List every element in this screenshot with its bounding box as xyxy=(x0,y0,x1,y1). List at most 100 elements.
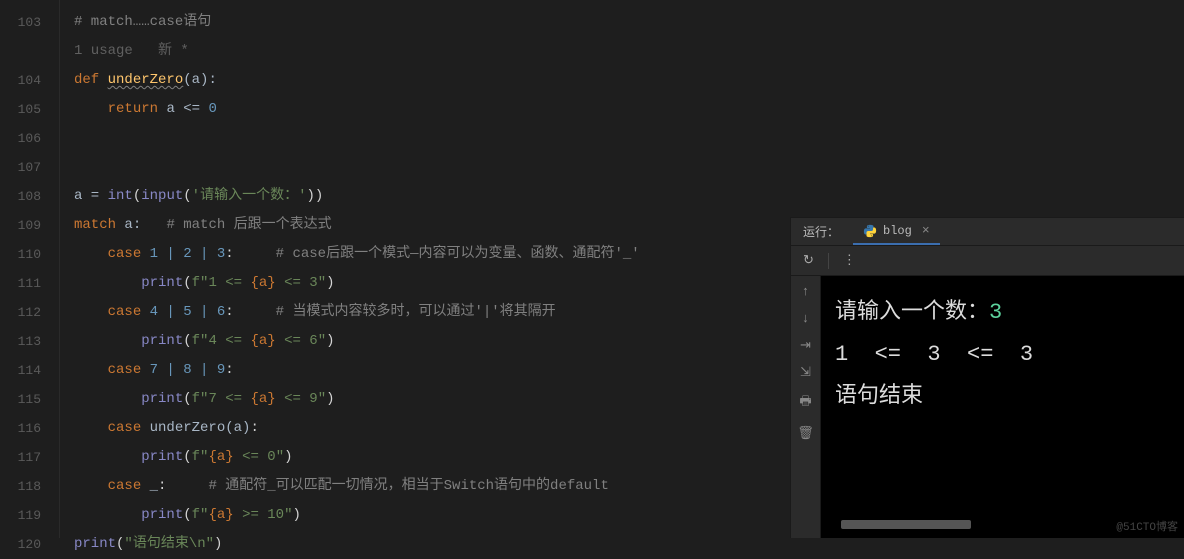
operator: <= xyxy=(175,101,209,117)
trash-icon[interactable]: 🗑 xyxy=(797,426,814,441)
console-line: 请输入一个数：3 xyxy=(835,292,1170,334)
string: "语句结束\n" xyxy=(124,536,214,552)
quote: " xyxy=(318,275,326,291)
number: 0 xyxy=(208,101,216,117)
console-line: 语句结束 xyxy=(835,376,1170,418)
run-body: ↑ ↓ ⇥ ⇲ 🖶 🗑 请输入一个数：3 1 <= 3 <= 3 语句结束 xyxy=(791,276,1184,538)
more-icon[interactable]: ⋮ xyxy=(843,253,856,268)
keyword-match: match xyxy=(74,217,116,233)
builtin-input: input xyxy=(141,188,183,204)
run-header: 运行： blog × xyxy=(791,218,1184,246)
quote: " xyxy=(276,449,284,465)
fstr-text: 4 <= xyxy=(208,333,250,349)
line-number: 118 xyxy=(0,472,41,501)
fstr-expr: {a} xyxy=(250,391,275,407)
pattern-fn: underZero(a) xyxy=(150,420,251,436)
keyword-case: case xyxy=(108,246,142,262)
separator xyxy=(828,253,829,269)
keyword-case: case xyxy=(108,478,142,494)
pattern: 7 | 8 | 9 xyxy=(150,362,226,378)
keyword-return: return xyxy=(108,101,158,117)
fstr-text: <= 0 xyxy=(234,449,276,465)
line-number: 103 xyxy=(0,8,41,37)
line-number: 110 xyxy=(0,240,41,269)
close-icon[interactable]: × xyxy=(922,223,930,238)
line-number: 112 xyxy=(0,298,41,327)
function-name: underZero xyxy=(108,72,184,88)
comment: # match……case语句 xyxy=(74,14,211,30)
fstring: f" xyxy=(192,275,209,291)
quote: " xyxy=(318,391,326,407)
usage-hint[interactable]: 1 usage xyxy=(74,43,133,59)
wildcard: _ xyxy=(150,478,158,494)
line-number: 106 xyxy=(0,124,41,153)
builtin-print: print xyxy=(141,449,183,465)
console-line: 1 <= 3 <= 3 xyxy=(835,334,1170,376)
builtin-print: print xyxy=(141,275,183,291)
line-number: 109 xyxy=(0,211,41,240)
quote: " xyxy=(284,507,292,523)
run-toolbar: ↻ ⋮ xyxy=(791,246,1184,276)
line-gutter: 103 104 105 106 107 108 109 110 111 112 … xyxy=(0,0,60,538)
fstr: f" xyxy=(192,449,209,465)
line-number: 105 xyxy=(0,95,41,124)
keyword-case: case xyxy=(108,304,142,320)
scrollbar-thumb[interactable] xyxy=(841,520,971,529)
fstr-text: 7 <= xyxy=(208,391,250,407)
pattern: 4 | 5 | 6 xyxy=(150,304,226,320)
keyword-case: case xyxy=(108,420,142,436)
line-number: 114 xyxy=(0,356,41,385)
params: (a): xyxy=(183,72,217,88)
builtin-int: int xyxy=(108,188,133,204)
line-number: 119 xyxy=(0,501,41,530)
line-number: 113 xyxy=(0,327,41,356)
fstr-expr: {a} xyxy=(208,449,233,465)
fstr-expr: {a} xyxy=(250,275,275,291)
print-icon[interactable]: 🖶 xyxy=(799,392,811,414)
fstr-expr: {a} xyxy=(250,333,275,349)
quote: " xyxy=(318,333,326,349)
fstr-expr: {a} xyxy=(208,507,233,523)
match-expr: a: xyxy=(124,217,141,233)
fstr-text: >= 10 xyxy=(234,507,284,523)
var: a xyxy=(166,101,174,117)
line-number: 104 xyxy=(0,66,41,95)
run-panel: 运行： blog × ↻ ⋮ ↑ ↓ ⇥ ⇲ 🖶 🗑 请输入一个数：3 1 <=… xyxy=(790,217,1184,538)
rerun-icon[interactable]: ↻ xyxy=(803,253,814,268)
comment: # 当模式内容较多时，可以通过'|'将其隔开 xyxy=(234,304,556,320)
scroll-down-icon[interactable]: ↓ xyxy=(802,311,810,326)
string: '请输入一个数：' xyxy=(192,188,307,204)
fstr-text: <= 3 xyxy=(276,275,318,291)
run-tab[interactable]: blog × xyxy=(853,218,940,245)
fstr: f" xyxy=(192,333,209,349)
line-number: 120 xyxy=(0,530,41,559)
line-number xyxy=(0,37,41,66)
line-number: 116 xyxy=(0,414,41,443)
scroll-up-icon[interactable]: ↑ xyxy=(802,284,810,299)
comment: # case后跟一个模式—内容可以为变量、函数、通配符'_' xyxy=(234,246,640,262)
tab-label: blog xyxy=(883,224,912,238)
line-number: 107 xyxy=(0,153,41,182)
comment: # match 后跟一个表达式 xyxy=(141,217,331,233)
scroll-end-icon[interactable]: ⇲ xyxy=(800,365,811,380)
watermark: @51CTO博客 xyxy=(1116,518,1178,534)
run-sidebar: ↑ ↓ ⇥ ⇲ 🖶 🗑 xyxy=(791,276,821,538)
prompt-text: 请输入一个数： xyxy=(835,300,989,325)
user-input: 3 xyxy=(989,300,1002,325)
line-number: 117 xyxy=(0,443,41,472)
line-number: 115 xyxy=(0,385,41,414)
builtin-print: print xyxy=(141,391,183,407)
builtin-print: print xyxy=(141,507,183,523)
builtin-print: print xyxy=(74,536,116,552)
python-icon xyxy=(863,224,877,238)
author-hint[interactable]: 新 * xyxy=(158,43,189,59)
fstr-text: <= 9 xyxy=(276,391,318,407)
softwrap-icon[interactable]: ⇥ xyxy=(800,338,811,353)
fstr: f" xyxy=(192,391,209,407)
line-number: 108 xyxy=(0,182,41,211)
console-output[interactable]: 请输入一个数：3 1 <= 3 <= 3 语句结束 xyxy=(821,276,1184,538)
keyword-def: def xyxy=(74,72,99,88)
fstr-text: <= 6 xyxy=(276,333,318,349)
keyword-case: case xyxy=(108,362,142,378)
fstr-text: 1 <= xyxy=(208,275,250,291)
